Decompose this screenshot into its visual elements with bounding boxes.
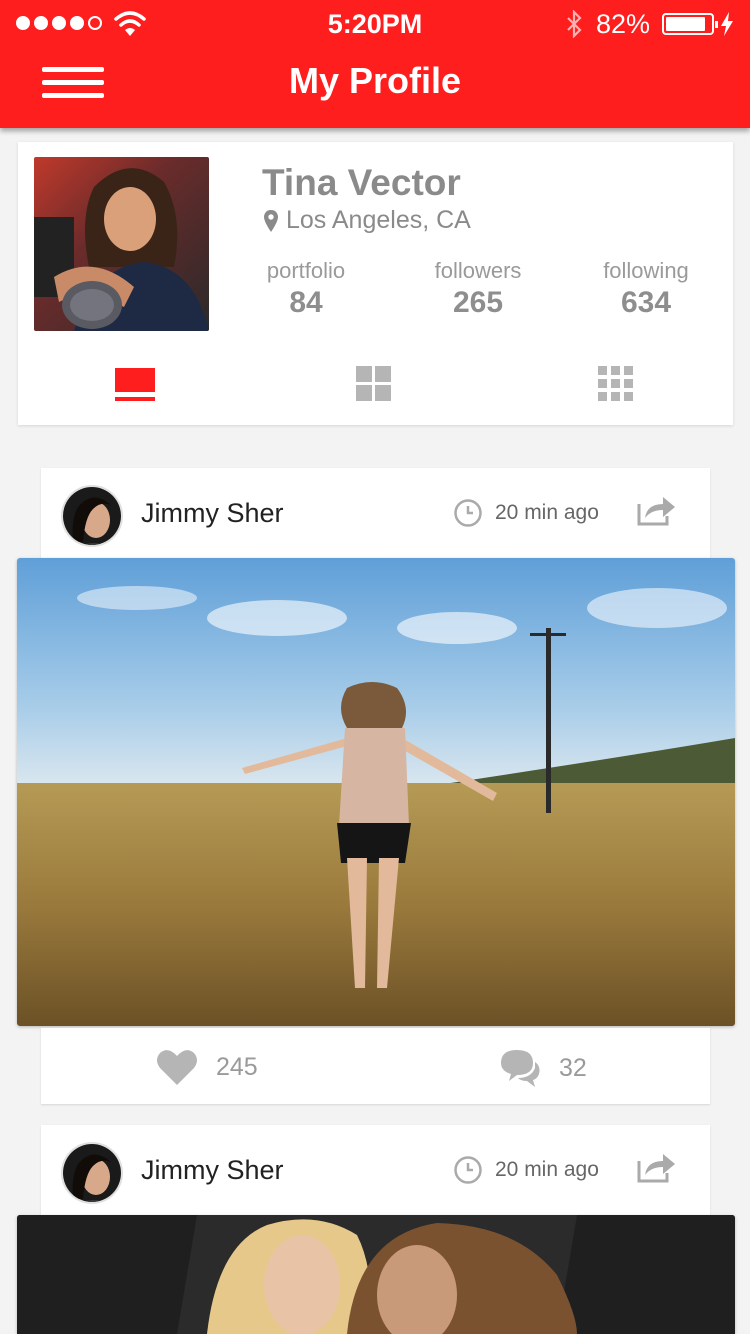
- app-header: 5:20PM 82% My Profile: [0, 0, 750, 128]
- bluetooth-icon: [567, 10, 582, 38]
- status-bar: 5:20PM 82%: [0, 0, 750, 50]
- comment-button[interactable]: 32: [499, 1048, 587, 1088]
- post-timestamp: 20 min ago: [453, 1155, 599, 1185]
- post-author[interactable]: Jimmy Sher: [141, 498, 284, 529]
- post-time-text: 20 min ago: [495, 501, 599, 524]
- stat-value: 265: [452, 286, 504, 319]
- post-image[interactable]: [17, 558, 735, 1026]
- profile-name: Tina Vector: [262, 162, 461, 203]
- clock-icon: [454, 1156, 482, 1184]
- stat-label: followers: [434, 258, 522, 283]
- like-button[interactable]: 245: [156, 1048, 258, 1086]
- comment-count: 32: [559, 1053, 587, 1082]
- avatar[interactable]: [61, 485, 123, 547]
- heart-icon: [157, 1050, 197, 1085]
- like-count: 245: [216, 1052, 258, 1081]
- post-footer: 245 32: [41, 1028, 710, 1104]
- stat-following[interactable]: following 634: [566, 258, 726, 320]
- post-time-text: 20 min ago: [495, 1158, 599, 1181]
- clock-icon: [454, 499, 482, 527]
- small-grid-view-icon[interactable]: [598, 366, 634, 402]
- avatar[interactable]: [61, 1142, 123, 1204]
- location-text: Los Angeles, CA: [286, 206, 471, 234]
- stat-portfolio[interactable]: portfolio 84: [226, 258, 386, 320]
- stat-label: following: [603, 258, 689, 283]
- list-view-icon[interactable]: [115, 364, 155, 404]
- stat-value: 84: [289, 286, 323, 319]
- post-header: Jimmy Sher 20 min ago: [41, 1125, 710, 1215]
- stat-value: 634: [620, 286, 672, 319]
- profile-card: Tina Vector Los Angeles, CA portfolio 84…: [18, 142, 733, 425]
- page-title: My Profile: [288, 60, 462, 101]
- post-author[interactable]: Jimmy Sher: [141, 1155, 284, 1186]
- post-timestamp: 20 min ago: [453, 498, 599, 528]
- post-image[interactable]: [17, 1215, 735, 1334]
- battery-icon: [662, 13, 718, 35]
- profile-photo[interactable]: [34, 157, 209, 331]
- stat-followers[interactable]: followers 265: [398, 258, 558, 320]
- share-icon[interactable]: [637, 1151, 677, 1183]
- battery-percent: 82%: [596, 9, 651, 39]
- grid-view-icon[interactable]: [356, 366, 392, 402]
- location-pin-icon: [264, 209, 278, 232]
- share-icon[interactable]: [637, 494, 677, 526]
- charging-icon: [721, 12, 733, 36]
- post-header: Jimmy Sher 20 min ago: [41, 468, 710, 558]
- comment-icon: [501, 1050, 540, 1087]
- stat-label: portfolio: [266, 258, 346, 283]
- profile-location: Los Angeles, CA: [264, 206, 471, 235]
